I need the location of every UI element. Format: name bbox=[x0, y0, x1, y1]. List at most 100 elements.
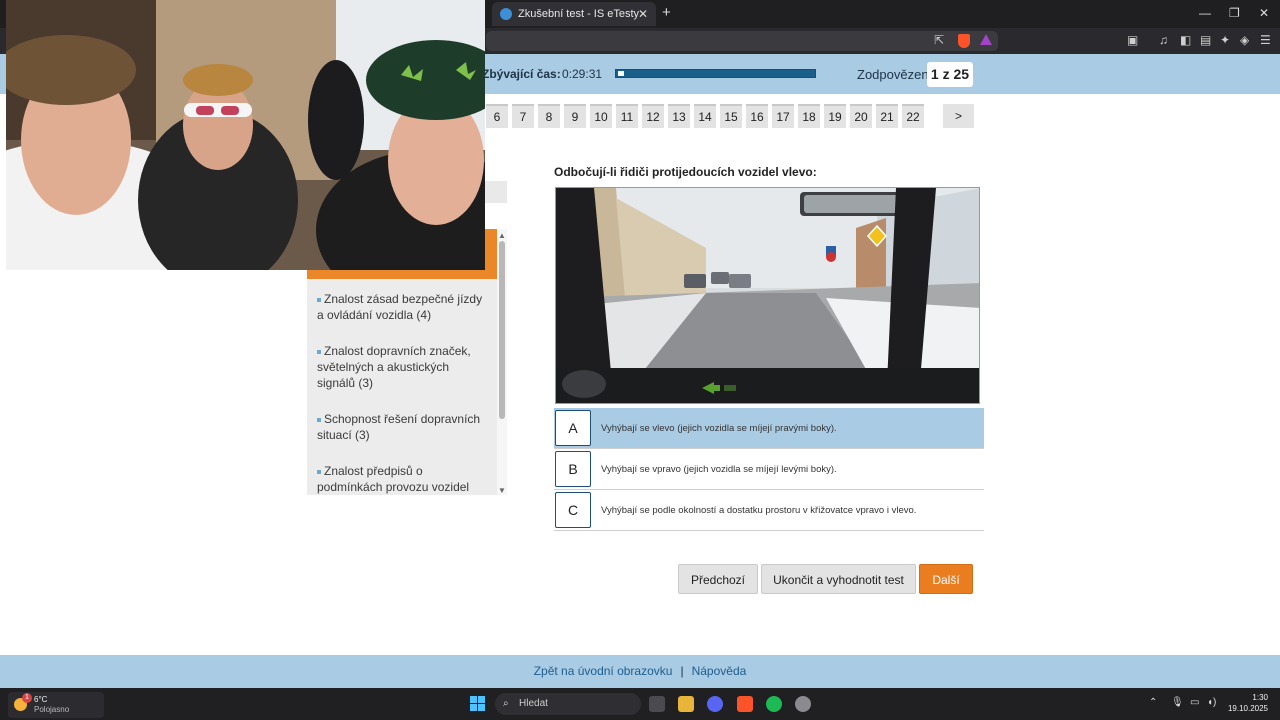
answer-text: Vyhýbají se vlevo (jejich vozidla se míj… bbox=[601, 422, 837, 434]
question-number-button[interactable]: 13 bbox=[668, 104, 690, 128]
question-number-button[interactable]: 22 bbox=[902, 104, 924, 128]
maximize-window-button[interactable]: ❐ bbox=[1229, 6, 1240, 20]
question-number-button[interactable]: 8 bbox=[538, 104, 560, 128]
category-label: Znalost předpisů o podmínkách provozu vo… bbox=[317, 464, 470, 494]
category-item-vehicle-regulations[interactable]: Znalost předpisů o podmínkách provozu vo… bbox=[317, 463, 487, 495]
address-bar[interactable] bbox=[486, 31, 998, 51]
sidebar-icon[interactable]: ◧ bbox=[1180, 33, 1191, 47]
answer-list: A Vyhýbají se vlevo (jejich vozidla se mí… bbox=[554, 408, 984, 531]
previous-button[interactable]: Předchozí bbox=[678, 564, 758, 594]
search-placeholder: Hledat bbox=[519, 698, 548, 709]
question-image bbox=[555, 187, 980, 404]
bullet-icon bbox=[317, 349, 321, 354]
category-item-safe-driving[interactable]: Znalost zásad bezpečné jízdy a ovládání … bbox=[317, 291, 487, 323]
brave-shields-icon[interactable] bbox=[958, 34, 970, 48]
category-item-traffic-signs[interactable]: Znalost dopravních značek, světelných a … bbox=[317, 343, 487, 391]
answer-option-c[interactable]: C Vyhýbají se podle okolností a dostatku … bbox=[554, 490, 984, 531]
road-scene-image bbox=[556, 188, 979, 403]
bullet-icon bbox=[317, 417, 321, 422]
time-progress-fill bbox=[618, 71, 624, 76]
question-number-button[interactable]: 19 bbox=[824, 104, 846, 128]
answer-option-a[interactable]: A Vyhýbají se vlevo (jejich vozidla se mí… bbox=[554, 408, 984, 449]
media-icon[interactable]: ♫ bbox=[1159, 33, 1168, 47]
time-progress-bar bbox=[615, 69, 816, 78]
brave-browser-icon[interactable] bbox=[737, 696, 753, 712]
answer-text: Vyhýbají se podle okolností a dostatku p… bbox=[601, 504, 917, 516]
question-number-button[interactable]: 7 bbox=[512, 104, 534, 128]
next-page-button[interactable]: > bbox=[943, 104, 974, 128]
scroll-up-icon[interactable]: ▲ bbox=[498, 231, 506, 240]
webcam-overlay bbox=[6, 0, 485, 270]
category-label: Znalost zásad bezpečné jízdy a ovládání … bbox=[317, 292, 483, 322]
category-list: Znalost zásad bezpečné jízdy a ovládání … bbox=[307, 279, 497, 495]
browser-tab[interactable]: Zkušební test - IS eTesty ✕ bbox=[492, 2, 656, 26]
remaining-time-label: Zbývající čas: bbox=[482, 67, 561, 81]
question-number-button[interactable]: 9 bbox=[564, 104, 586, 128]
close-window-button[interactable]: ✕ bbox=[1259, 6, 1269, 20]
webcam-video-image bbox=[6, 0, 485, 270]
task-view-icon[interactable] bbox=[649, 696, 665, 712]
settings-icon[interactable] bbox=[795, 696, 811, 712]
spotify-icon[interactable] bbox=[766, 696, 782, 712]
share-icon[interactable]: ⇱ bbox=[934, 33, 944, 47]
question-text: Odbočují-li řidiči protijedoucích vozide… bbox=[554, 165, 817, 179]
answer-option-b[interactable]: B Vyhýbají se vpravo (jejich vozidla se m… bbox=[554, 449, 984, 490]
question-number-button[interactable]: 16 bbox=[746, 104, 768, 128]
reader-mode-icon[interactable]: ▣ bbox=[1127, 33, 1138, 47]
category-label: Schopnost řešení dopravních situací (3) bbox=[317, 412, 481, 442]
category-item-traffic-situations[interactable]: Schopnost řešení dopravních situací (3) bbox=[317, 411, 487, 443]
clock-time: 1:30 bbox=[1252, 693, 1268, 702]
windows-start-icon[interactable] bbox=[470, 696, 485, 711]
site-favicon-icon bbox=[500, 8, 512, 20]
footer-separator: | bbox=[680, 664, 684, 678]
question-number-button[interactable]: 20 bbox=[850, 104, 872, 128]
show-hidden-icons-icon[interactable]: ⌃ bbox=[1149, 697, 1157, 708]
taskbar-search[interactable]: ⌕ Hledat bbox=[495, 693, 641, 715]
clock-date: 19.10.2025 bbox=[1227, 704, 1268, 713]
next-button[interactable]: Další bbox=[919, 564, 973, 594]
new-tab-button[interactable]: + bbox=[662, 4, 671, 21]
question-number-button[interactable]: 21 bbox=[876, 104, 898, 128]
question-number-button[interactable]: 11 bbox=[616, 104, 638, 128]
question-number-button[interactable]: 14 bbox=[694, 104, 716, 128]
question-number-button[interactable]: 18 bbox=[798, 104, 820, 128]
sidebar-scroll-thumb[interactable] bbox=[499, 241, 505, 419]
question-number-button[interactable]: 10 bbox=[590, 104, 612, 128]
answered-label: Zodpovězeno bbox=[857, 67, 936, 82]
question-number-button[interactable]: 12 bbox=[642, 104, 664, 128]
weather-description: Polojasno bbox=[34, 705, 70, 714]
volume-icon[interactable]: ◖) bbox=[1207, 697, 1216, 708]
wallet-icon[interactable]: ▤ bbox=[1200, 33, 1211, 47]
system-clock[interactable]: 1:30 19.10.2025 bbox=[1226, 692, 1268, 714]
finish-test-button[interactable]: Ukončit a vyhodnotit test bbox=[761, 564, 916, 594]
bullet-icon bbox=[317, 469, 321, 474]
vpn-icon[interactable]: ◈ bbox=[1240, 33, 1249, 47]
menu-icon[interactable]: ☰ bbox=[1260, 33, 1271, 47]
microphone-icon[interactable]: 🎙 bbox=[1171, 697, 1184, 708]
leo-ai-icon[interactable]: ✦ bbox=[1220, 33, 1230, 47]
home-link[interactable]: Zpět na úvodní obrazovku bbox=[534, 664, 673, 678]
tab-close-icon[interactable]: ✕ bbox=[638, 2, 648, 26]
question-number-button[interactable]: 17 bbox=[772, 104, 794, 128]
question-number-button[interactable]: 15 bbox=[720, 104, 742, 128]
answer-letter[interactable]: B bbox=[555, 451, 591, 487]
answer-letter[interactable]: A bbox=[555, 410, 591, 446]
scroll-down-icon[interactable]: ▼ bbox=[498, 486, 506, 495]
weather-widget[interactable]: 1 6°C Polojasno bbox=[8, 692, 104, 718]
answered-count: 1 z 25 bbox=[927, 62, 973, 87]
tab-title: Zkušební test - IS eTesty bbox=[518, 8, 640, 20]
brave-rewards-icon[interactable] bbox=[980, 34, 992, 45]
sidebar-header bbox=[485, 181, 507, 203]
answer-letter[interactable]: C bbox=[555, 492, 591, 528]
remaining-time-value: 0:29:31 bbox=[562, 67, 603, 81]
help-link[interactable]: Nápověda bbox=[692, 664, 747, 678]
minimize-window-button[interactable]: — bbox=[1199, 6, 1211, 20]
discord-icon[interactable] bbox=[707, 696, 723, 712]
footer: Zpět na úvodní obrazovku | Nápověda bbox=[0, 655, 1280, 688]
question-number-button[interactable]: 6 bbox=[486, 104, 508, 128]
bullet-icon bbox=[317, 297, 321, 302]
weather-temperature: 6°C bbox=[34, 695, 48, 704]
category-label: Znalost dopravních značek, světelných a … bbox=[317, 344, 471, 390]
network-icon[interactable]: ▭ bbox=[1190, 697, 1199, 708]
file-explorer-icon[interactable] bbox=[678, 696, 694, 712]
